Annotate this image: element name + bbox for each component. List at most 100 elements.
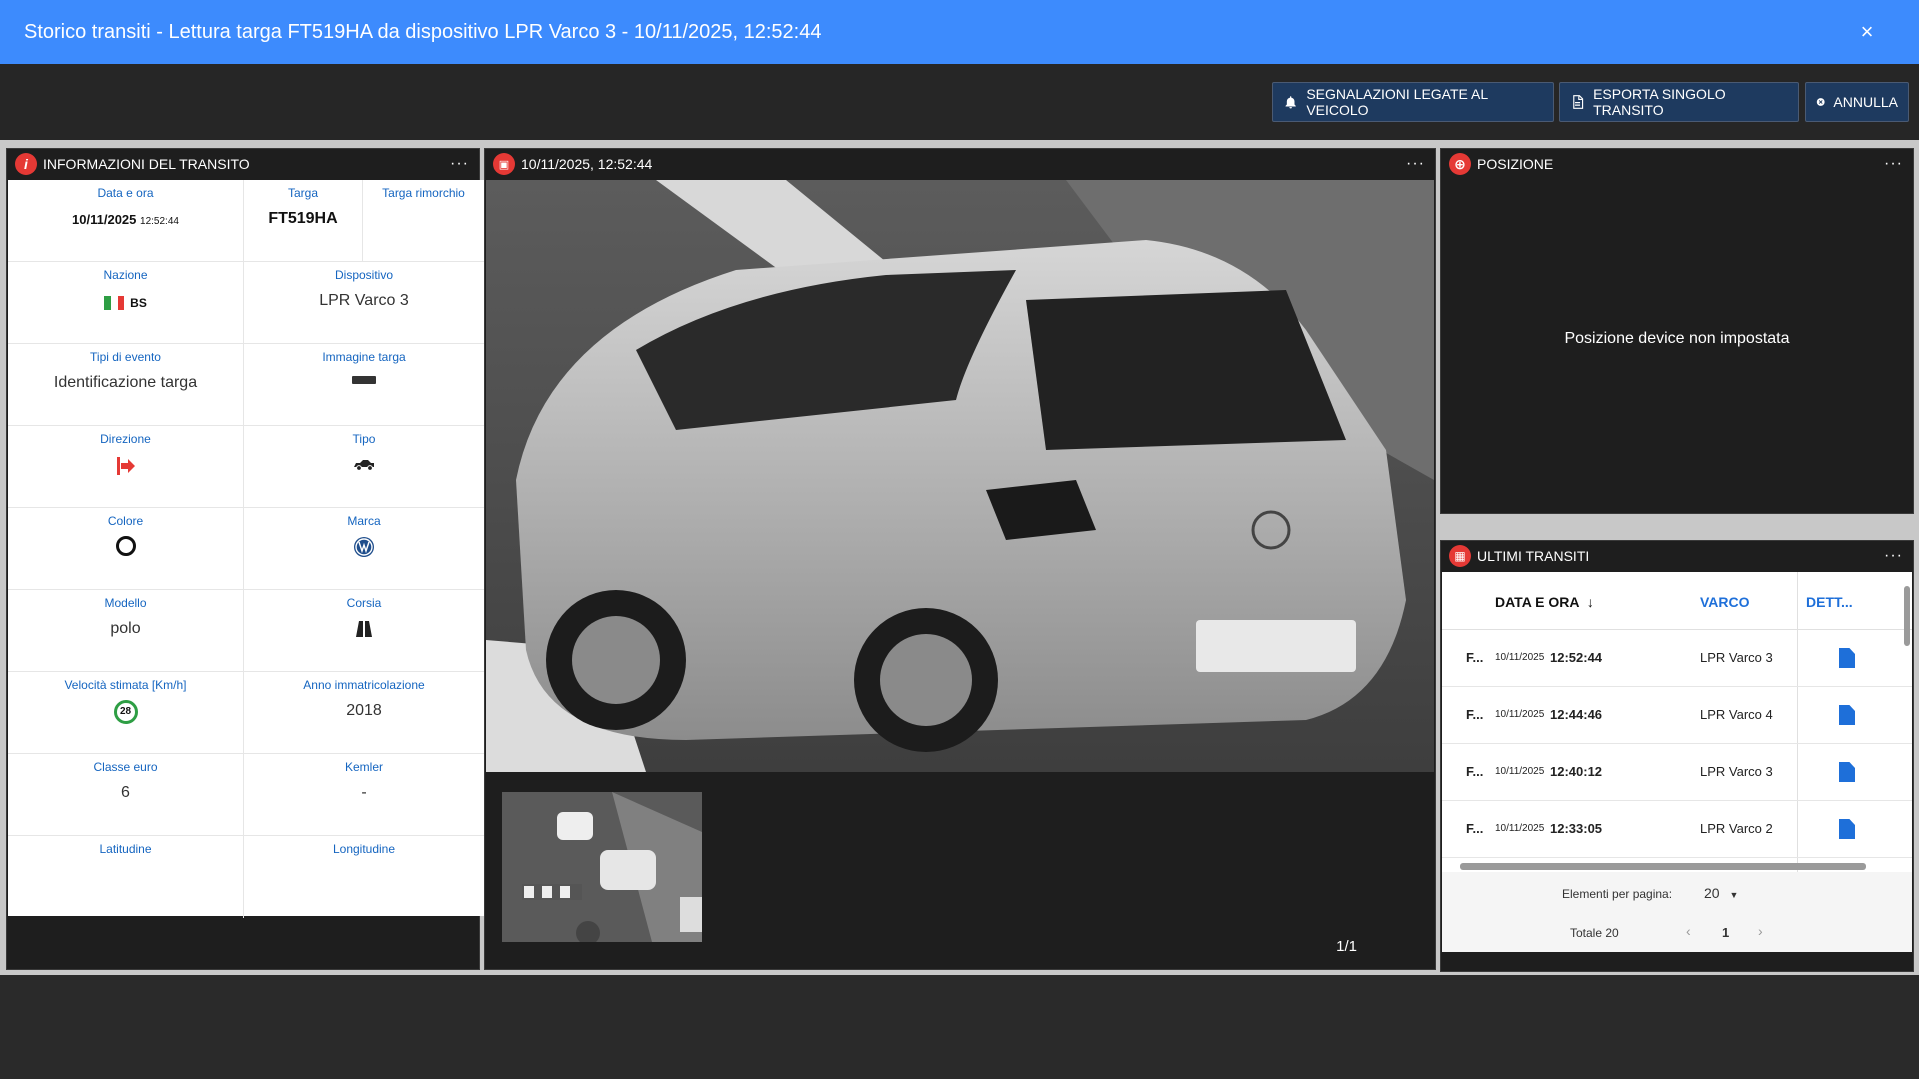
field-model-value: polo bbox=[110, 620, 141, 637]
field-plate-image-label: Immagine targa bbox=[322, 350, 406, 364]
transit-info-title: INFORMAZIONI DEL TRANSITO bbox=[43, 156, 250, 172]
transit-photo-header: ▣ 10/11/2025, 12:52:44 ··· bbox=[485, 149, 1435, 179]
chevron-right-icon[interactable]: › bbox=[1758, 923, 1763, 939]
column-date[interactable]: DATA E ORA ↓ bbox=[1495, 594, 1594, 610]
row-date: 10/11/2025 bbox=[1495, 766, 1545, 777]
photo-thumbnail[interactable] bbox=[502, 792, 702, 942]
field-year-value: 2018 bbox=[346, 702, 382, 719]
field-device-label: Dispositivo bbox=[334, 268, 394, 282]
export-transit-label: ESPORTA SINGOLO TRANSITO bbox=[1593, 86, 1726, 118]
transit-photo-menu-icon[interactable]: ··· bbox=[1406, 155, 1425, 173]
row-time: 12:52:44 bbox=[1550, 650, 1603, 665]
field-plate-group: Targa FT519HA Targa rimorchio bbox=[244, 180, 484, 262]
field-lane: Corsia bbox=[244, 590, 484, 672]
detail-file-icon[interactable] bbox=[1839, 705, 1855, 725]
detail-file-icon[interactable] bbox=[1839, 648, 1855, 668]
plate-thumbnail-icon[interactable] bbox=[352, 376, 376, 384]
field-date: Data e ora 10/11/2025 12:52:44 bbox=[8, 180, 243, 262]
speed-sign-icon: 28 bbox=[113, 700, 138, 724]
position-title: POSIZIONE bbox=[1477, 156, 1554, 172]
per-page-value: 20 bbox=[1704, 885, 1720, 901]
vehicle-photo[interactable] bbox=[486, 180, 1434, 772]
field-speed-label: Velocità stimata [Km/h] bbox=[64, 678, 187, 692]
photo-counter: 1/1 bbox=[1336, 938, 1357, 955]
detail-file-icon[interactable] bbox=[1839, 819, 1855, 839]
field-year: Anno immatricolazione 2018 bbox=[244, 672, 484, 754]
table-row[interactable]: F... 10/11/2025 12:52:44 LPR Varco 3 bbox=[1442, 630, 1912, 687]
field-date-value: 10/11/2025 bbox=[72, 212, 137, 227]
field-device-value: LPR Varco 3 bbox=[319, 292, 409, 309]
field-kemler-label: Kemler bbox=[344, 760, 383, 774]
vertical-scrollbar[interactable] bbox=[1904, 586, 1910, 646]
row-date: 10/11/2025 bbox=[1495, 823, 1545, 834]
field-longitude: Longitudine bbox=[244, 836, 484, 918]
detail-file-icon[interactable] bbox=[1839, 762, 1855, 782]
cancel-button[interactable]: ANNULLA bbox=[1805, 82, 1909, 122]
field-color: Colore bbox=[8, 508, 243, 590]
total-count: Totale 20 bbox=[1570, 926, 1619, 940]
chevron-left-icon[interactable]: ‹ bbox=[1686, 923, 1691, 939]
road-lane-icon bbox=[356, 621, 372, 637]
field-direction: Direzione bbox=[8, 426, 243, 508]
field-direction-label: Direzione bbox=[100, 432, 151, 446]
transit-info-header: i INFORMAZIONI DEL TRANSITO ··· bbox=[7, 149, 479, 179]
field-brand: Marca bbox=[244, 508, 484, 590]
window-title: Storico transiti - Lettura targa FT519HA… bbox=[24, 20, 822, 43]
window-title-bar: Storico transiti - Lettura targa FT519HA… bbox=[0, 0, 1919, 64]
vw-logo-icon bbox=[354, 537, 374, 557]
image-icon: ▣ bbox=[493, 153, 515, 175]
field-euro: Classe euro 6 bbox=[8, 754, 243, 836]
field-trailer-label: Targa rimorchio bbox=[382, 186, 465, 200]
position-menu-icon[interactable]: ··· bbox=[1884, 155, 1903, 173]
close-icon[interactable]: × bbox=[1855, 20, 1879, 44]
field-event-value: Identificazione targa bbox=[53, 374, 198, 391]
toolbar: SEGNALAZIONI LEGATE AL VEICOLO ESPORTA S… bbox=[0, 64, 1919, 140]
field-date-value-wrap: 10/11/2025 12:52:44 bbox=[8, 212, 243, 227]
row-plate: F... bbox=[1466, 650, 1484, 665]
latest-transits-menu-icon[interactable]: ··· bbox=[1884, 547, 1903, 565]
direction-arrow-icon bbox=[116, 457, 135, 475]
current-page[interactable]: 1 bbox=[1722, 925, 1729, 940]
field-plate-image: Immagine targa bbox=[244, 344, 484, 426]
row-gate: LPR Varco 3 bbox=[1700, 764, 1773, 779]
column-gate[interactable]: VARCO bbox=[1700, 594, 1750, 610]
vehicle-alerts-button[interactable]: SEGNALAZIONI LEGATE AL VEICOLO bbox=[1272, 82, 1554, 122]
field-nation: Nazione BS bbox=[8, 262, 243, 344]
field-euro-value: 6 bbox=[121, 784, 130, 801]
field-latitude-label: Latitudine bbox=[99, 842, 152, 856]
field-brand-label: Marca bbox=[347, 514, 381, 528]
latest-transits-panel: ▦ ULTIMI TRANSITI ··· DATA E ORA ↓ VARCO… bbox=[1440, 540, 1914, 972]
transit-info-panel: i INFORMAZIONI DEL TRANSITO ··· Data e o… bbox=[6, 148, 484, 970]
car-icon bbox=[354, 460, 374, 471]
field-device: Dispositivo LPR Varco 3 bbox=[244, 262, 484, 344]
per-page-select[interactable]: 20 ▼ bbox=[1704, 885, 1738, 901]
transit-info-menu-icon[interactable]: ··· bbox=[450, 155, 469, 173]
table-row[interactable]: F... 10/11/2025 12:40:12 LPR Varco 3 bbox=[1442, 744, 1912, 801]
field-plate: Targa FT519HA bbox=[244, 180, 362, 261]
field-nation-label: Nazione bbox=[103, 268, 148, 282]
field-kemler: Kemler - bbox=[244, 754, 484, 836]
transit-info-grid: Data e ora 10/11/2025 12:52:44 Targa FT5… bbox=[8, 180, 484, 918]
field-date-label: Data e ora bbox=[97, 186, 154, 200]
export-transit-button[interactable]: ESPORTA SINGOLO TRANSITO bbox=[1559, 82, 1799, 122]
location-icon: ⊕ bbox=[1449, 153, 1471, 175]
field-color-label: Colore bbox=[107, 514, 144, 528]
column-date-label: DATA E ORA bbox=[1495, 594, 1579, 610]
field-longitude-label: Longitudine bbox=[332, 842, 396, 856]
table-footer: Elementi per pagina: 20 ▼ Totale 20 ‹ 1 … bbox=[1442, 872, 1912, 952]
field-plate-label: Targa bbox=[287, 186, 319, 200]
field-kemler-value: - bbox=[361, 784, 367, 801]
row-time: 12:40:12 bbox=[1550, 764, 1603, 779]
column-detail[interactable]: DETT... bbox=[1806, 594, 1853, 610]
bell-icon bbox=[1285, 96, 1296, 109]
field-euro-label: Classe euro bbox=[93, 760, 158, 774]
row-gate: LPR Varco 4 bbox=[1700, 707, 1773, 722]
row-time: 12:33:05 bbox=[1550, 821, 1603, 836]
horizontal-scrollbar[interactable] bbox=[1460, 863, 1866, 870]
color-swatch-icon bbox=[115, 536, 136, 556]
table-row[interactable]: F... 10/11/2025 12:44:46 LPR Varco 4 bbox=[1442, 687, 1912, 744]
field-time-value: 12:52:44 bbox=[140, 216, 179, 227]
table-row[interactable]: F... 10/11/2025 12:33:05 LPR Varco 2 bbox=[1442, 801, 1912, 858]
row-date: 10/11/2025 bbox=[1495, 709, 1545, 720]
field-latitude: Latitudine bbox=[8, 836, 243, 918]
